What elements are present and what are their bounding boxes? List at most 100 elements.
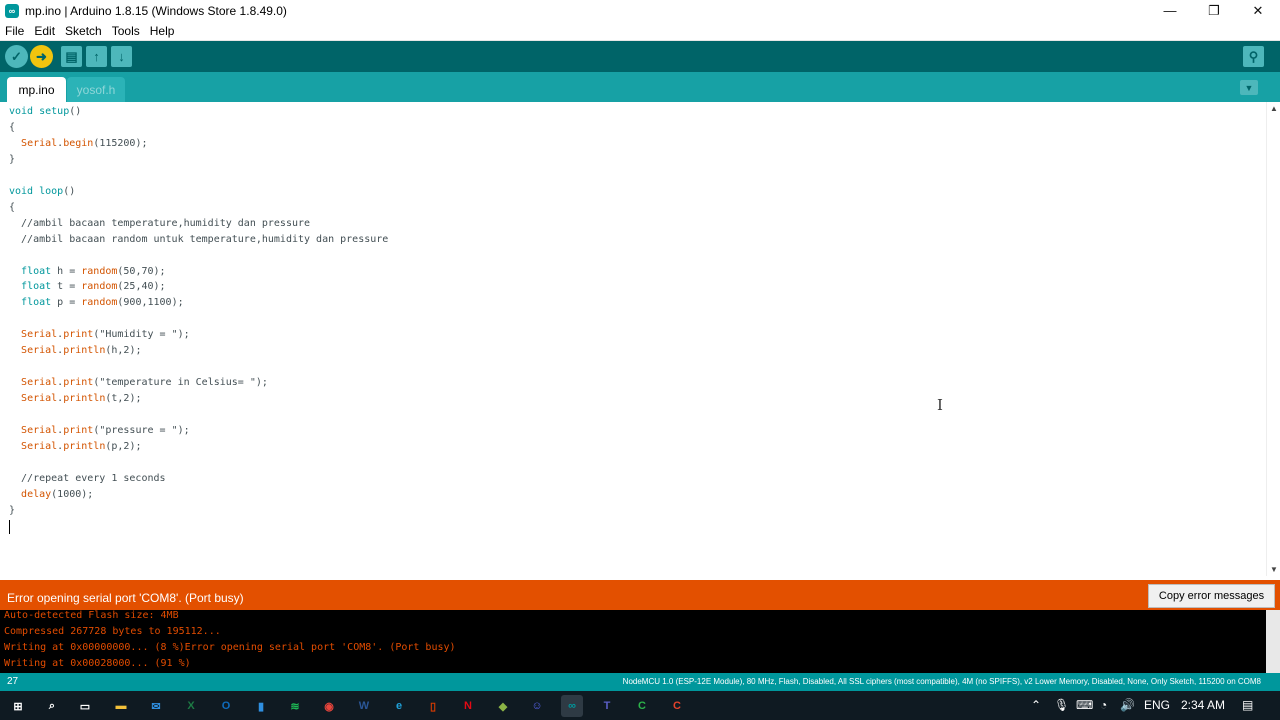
tab-menu-chevron-down-icon[interactable]: ▼ — [1240, 80, 1258, 95]
code-token: float — [21, 297, 52, 309]
code-line: { — [9, 120, 15, 136]
wifi-icon[interactable]: ◔ — [1100, 698, 1107, 712]
code-token: float — [21, 281, 52, 293]
code-line: Serial.begin(115200); — [9, 136, 148, 152]
console-line: Compressed 267728 bytes to 195112... — [4, 626, 221, 637]
menu-help[interactable]: Help — [145, 24, 180, 38]
mail-icon[interactable]: ✉ — [145, 695, 167, 717]
file-explorer-icon[interactable]: ▬ — [110, 695, 132, 717]
outlook-icon[interactable]: O — [215, 695, 237, 717]
menu-bar: File Edit Sketch Tools Help — [0, 21, 1280, 41]
code-line: void loop() — [9, 184, 75, 200]
code-line: void setup() — [9, 104, 81, 120]
task-view-icon[interactable]: ▭ — [74, 695, 96, 717]
serial-monitor-icon[interactable]: ⚲ — [1243, 46, 1264, 67]
code-token: random — [81, 281, 118, 293]
code-token: println — [63, 393, 106, 405]
code-token: print — [63, 425, 94, 436]
code-token: Serial — [21, 345, 58, 357]
copy-error-messages-button[interactable]: Copy error messages — [1148, 584, 1275, 608]
menu-edit[interactable]: Edit — [29, 24, 60, 38]
code-token: (115200); — [93, 137, 148, 149]
edge-icon[interactable]: e — [388, 695, 410, 717]
store-icon[interactable]: ▮ — [250, 695, 272, 717]
arduino-icon[interactable]: ∞ — [561, 695, 583, 717]
chrome-icon[interactable]: ◉ — [318, 695, 340, 717]
windows-start-icon[interactable]: ⊞ — [7, 695, 29, 717]
code-line: } — [9, 152, 15, 168]
volume-icon[interactable]: 🔊 — [1120, 698, 1135, 712]
close-icon[interactable]: ✕ — [1236, 0, 1280, 21]
tab-mp-ino[interactable]: mp.ino — [7, 77, 66, 102]
code-token: println — [63, 440, 106, 452]
code-token: (t,2); — [105, 393, 142, 405]
notification-icon[interactable]: ▤ — [1242, 698, 1253, 712]
clock[interactable]: 2:34 AM — [1181, 698, 1225, 712]
keyboard-icon[interactable]: ⌨ — [1076, 698, 1093, 712]
code-token: () — [63, 185, 76, 197]
code-token: delay — [21, 488, 52, 500]
excel-icon[interactable]: X — [180, 695, 202, 717]
save-icon[interactable]: ↓ — [111, 46, 132, 67]
console-scrollbar[interactable] — [1266, 610, 1280, 673]
code-token: loop — [39, 185, 64, 197]
console-line: Writing at 0x00000000... (8 %)Error open… — [4, 642, 456, 653]
console-line: Auto-detected Flash size: 4MB — [4, 610, 179, 621]
chevron-up-icon[interactable]: ⌃ — [1031, 698, 1041, 712]
office-icon[interactable]: ▯ — [422, 695, 444, 717]
code-token: { — [9, 201, 16, 213]
microphone-icon[interactable]: 🎙 — [1054, 698, 1069, 712]
netflix-icon[interactable]: N — [457, 695, 479, 717]
menu-file[interactable]: File — [0, 24, 29, 38]
menu-sketch[interactable]: Sketch — [60, 24, 107, 38]
minecraft-icon[interactable]: ◆ — [492, 695, 514, 717]
minimize-icon[interactable]: — — [1148, 0, 1192, 21]
scroll-up-icon[interactable]: ▲ — [1270, 104, 1278, 113]
new-icon[interactable]: ▤ — [61, 46, 82, 67]
console-output[interactable]: Auto-detected Flash size: 4MB Compressed… — [0, 610, 1280, 673]
code-token: { — [9, 121, 16, 133]
language-indicator[interactable]: ENG — [1144, 698, 1170, 712]
code-editor[interactable]: I void setup(){ Serial.begin(115200);} vo… — [0, 102, 1266, 576]
scroll-down-icon[interactable]: ▼ — [1270, 565, 1278, 574]
recorder-icon[interactable]: C — [666, 695, 688, 717]
status-error-bar: Error opening serial port 'COM8'. (Port … — [0, 578, 1280, 610]
code-token: ("pressure = "); — [93, 425, 190, 436]
spotify-icon[interactable]: ≋ — [284, 695, 306, 717]
open-icon[interactable]: ↑ — [86, 46, 107, 67]
code-token: void — [9, 185, 34, 197]
verify-icon[interactable]: ✓ — [5, 45, 28, 68]
code-token: Serial — [21, 137, 58, 149]
maximize-icon[interactable]: ❐ — [1192, 0, 1236, 21]
camtasia-icon[interactable]: C — [631, 695, 653, 717]
word-icon[interactable]: W — [353, 695, 375, 717]
upload-icon[interactable]: ➜ — [30, 45, 53, 68]
search-icon[interactable]: ⌕ — [41, 695, 63, 717]
code-line: float p = random(900,1100); — [9, 295, 184, 311]
teams-icon[interactable]: T — [596, 695, 618, 717]
code-token: random — [81, 297, 118, 309]
discord-icon[interactable]: ☺ — [526, 695, 548, 717]
code-line: //ambil bacaan random untuk temperature,… — [9, 232, 388, 248]
code-token: } — [9, 504, 16, 516]
code-token: void — [9, 106, 34, 117]
code-line: { — [9, 200, 15, 216]
code-token: ("Humidity = "); — [93, 329, 190, 341]
editor-scrollbar[interactable]: ▲ ▼ — [1266, 102, 1280, 576]
code-token: (1000); — [51, 488, 94, 500]
code-line: Serial.println(t,2); — [9, 391, 141, 407]
code-line: Serial.println(h,2); — [9, 343, 141, 359]
menu-tools[interactable]: Tools — [107, 24, 145, 38]
code-token: p = — [51, 297, 82, 309]
code-token: Serial — [21, 440, 58, 452]
code-token: Serial — [21, 329, 58, 341]
code-line: //repeat every 1 seconds — [9, 471, 166, 487]
window-controls: — ❐ ✕ — [1148, 0, 1280, 21]
code-token: random — [81, 265, 118, 277]
ibeam-cursor-icon: I — [937, 396, 943, 414]
title-bar: ∞ mp.ino | Arduino 1.8.15 (Windows Store… — [0, 0, 1280, 21]
tab-yosof-h[interactable]: yosof.h — [67, 77, 125, 102]
